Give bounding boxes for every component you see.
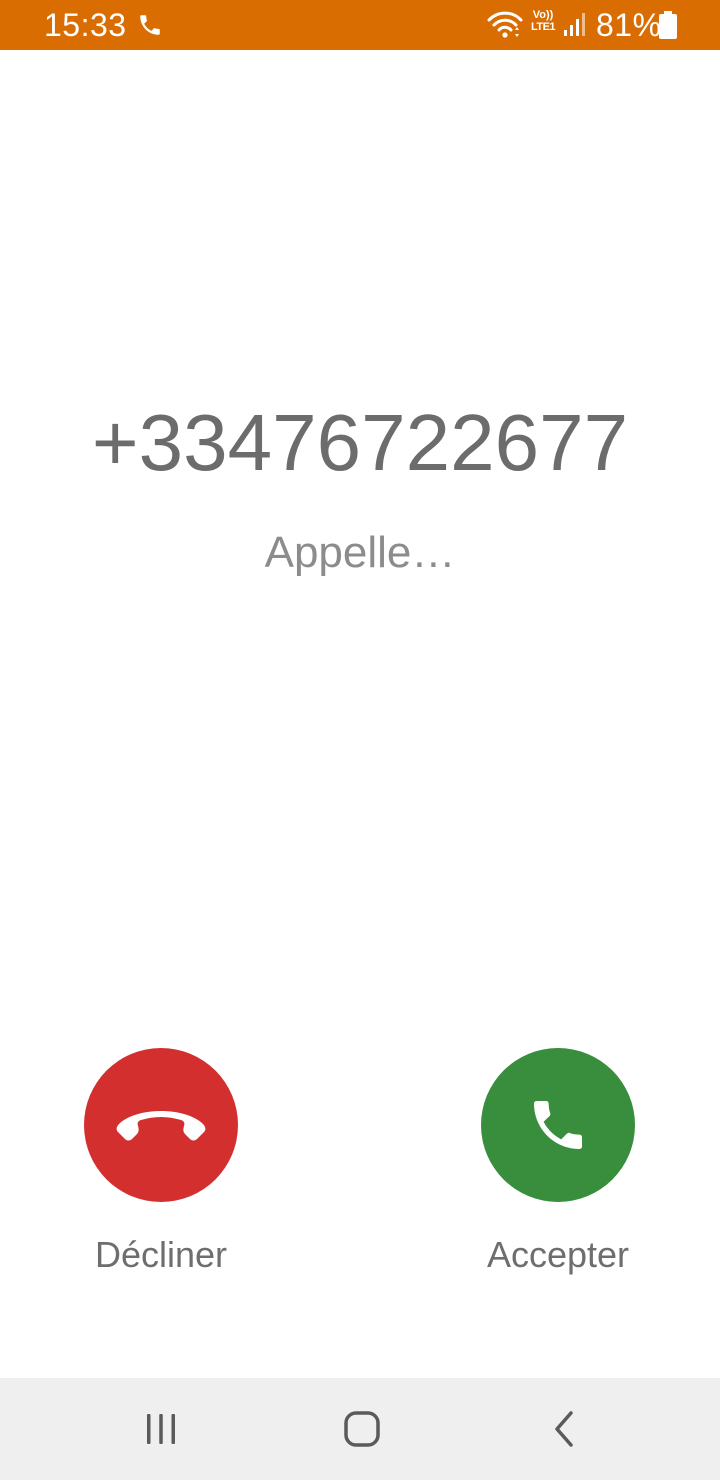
lte-label: LTE1 (530, 21, 556, 33)
signal-icon (564, 13, 585, 36)
status-time: 15:33 (44, 7, 127, 43)
hang-up-icon (116, 1111, 206, 1141)
home-icon (344, 1411, 380, 1447)
call-status: Appelle… (264, 528, 456, 577)
decline-label: Décliner (94, 1234, 228, 1275)
incoming-call-screen: 15:33 Vo)) LTE1 81% +33476722677 Appelle… (0, 0, 720, 1480)
wifi-icon (487, 11, 523, 38)
home-button[interactable] (322, 1396, 402, 1462)
phone-call-icon (140, 15, 160, 35)
caller-number: +33476722677 (91, 398, 629, 487)
phone-icon (534, 1101, 582, 1149)
volte-label: Vo)) (532, 9, 554, 21)
volte-lte-icon: Vo)) LTE1 (526, 9, 560, 41)
accept-button[interactable] (481, 1048, 635, 1202)
recents-button[interactable] (121, 1396, 201, 1462)
back-icon (555, 1411, 573, 1447)
back-button[interactable] (524, 1396, 604, 1462)
battery-icon (659, 11, 677, 39)
navigation-bar (0, 1378, 720, 1480)
decline-button[interactable] (84, 1048, 238, 1202)
accept-label: Accepter (486, 1234, 630, 1275)
recents-icon (147, 1414, 175, 1444)
status-bar: 15:33 Vo)) LTE1 81% (0, 0, 720, 50)
battery-percent: 81% (596, 7, 662, 43)
